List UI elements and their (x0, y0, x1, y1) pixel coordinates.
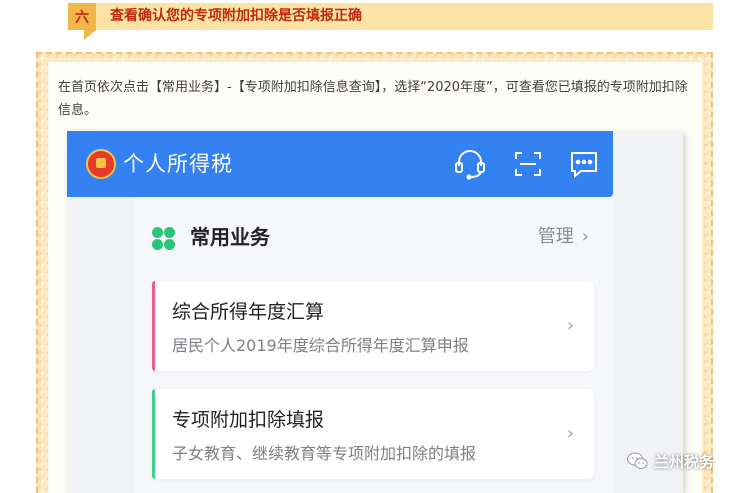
common-business-row: 常用业务 管理 › (134, 215, 613, 259)
article-page: 六 查看确认您的专项附加扣除是否填报正确 在首页依次点击【常用业务】-【专项附加… (0, 0, 749, 493)
section-number: 六 (68, 3, 96, 30)
section-number-tail (84, 30, 96, 40)
customer-service-icon[interactable] (453, 148, 487, 180)
app-title: 个人所得税 (123, 152, 233, 176)
app-header: 个人所得税 (67, 131, 613, 197)
watermark-text: 兰州税务 (654, 452, 715, 471)
intro-text: 在首页依次点击【常用业务】-【专项附加扣除信息查询】，选择“2020年度”，可查… (58, 80, 688, 118)
annual-settlement-card[interactable]: 综合所得年度汇算 居民个人2019年度综合所得年度汇算申报 › (152, 281, 594, 371)
common-business-label: 常用业务 (190, 225, 270, 249)
card-accent-bar (152, 281, 155, 371)
chevron-right-icon: › (566, 423, 574, 444)
home-panel: 常用业务 管理 › 综合所得年度汇算 居民个人2019年度综合所得年度汇算申报 ›… (134, 197, 613, 493)
card-subtitle: 子女教育、继续教育等专项附加扣除的填报 (172, 444, 477, 463)
wechat-icon (627, 452, 648, 469)
tax-emblem-icon (86, 149, 116, 179)
card-subtitle: 居民个人2019年度综合所得年度汇算申报 (172, 336, 469, 355)
clover-icon (152, 227, 176, 251)
scan-icon[interactable] (511, 148, 545, 180)
section-header: 六 查看确认您的专项附加扣除是否填报正确 (68, 3, 713, 40)
chevron-right-icon: › (566, 315, 574, 336)
card-title: 综合所得年度汇算 (172, 301, 325, 323)
chevron-right-icon: › (581, 226, 589, 247)
card-accent-bar (152, 389, 155, 479)
manage-label: 管理 (537, 226, 574, 247)
section-title: 查看确认您的专项附加扣除是否填报正确 (110, 8, 362, 24)
special-deduction-card[interactable]: 专项附加扣除填报 子女教育、继续教育等专项附加扣除的填报 › (152, 389, 594, 479)
card-title: 专项附加扣除填报 (172, 409, 325, 431)
manage-link[interactable]: 管理 › (538, 215, 589, 259)
watermark: 兰州税务 (626, 450, 714, 472)
message-icon[interactable] (567, 148, 601, 180)
